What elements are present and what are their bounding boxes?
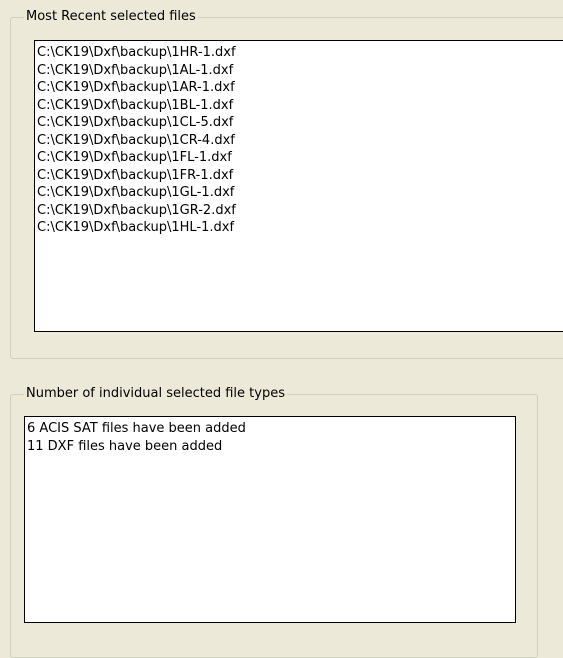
list-item[interactable]: C:\CK19\Dxf\backup\1CL-5.dxf <box>37 114 563 132</box>
list-item[interactable]: C:\CK19\Dxf\backup\1FL-1.dxf <box>37 149 563 167</box>
file-types-list: 6 ACIS SAT files have been added 11 DXF f… <box>25 417 515 455</box>
recent-files-listbox[interactable]: C:\CK19\Dxf\backup\1HR-1.dxf C:\CK19\Dxf\… <box>34 40 563 332</box>
list-item[interactable]: C:\CK19\Dxf\backup\1HR-1.dxf <box>37 44 563 62</box>
list-item[interactable]: C:\CK19\Dxf\backup\1FR-1.dxf <box>37 167 563 185</box>
list-item[interactable]: C:\CK19\Dxf\backup\1GL-1.dxf <box>37 184 563 202</box>
list-item[interactable]: C:\CK19\Dxf\backup\1GR-2.dxf <box>37 202 563 220</box>
list-item[interactable]: C:\CK19\Dxf\backup\1AR-1.dxf <box>37 79 563 97</box>
file-types-listbox[interactable]: 6 ACIS SAT files have been added 11 DXF f… <box>24 416 516 623</box>
recent-files-list: C:\CK19\Dxf\backup\1HR-1.dxf C:\CK19\Dxf\… <box>35 41 563 237</box>
list-item[interactable]: 11 DXF files have been added <box>27 438 515 456</box>
recent-files-group-title: Most Recent selected files <box>24 9 198 25</box>
file-types-group-title: Number of individual selected file types <box>24 386 287 402</box>
list-item[interactable]: C:\CK19\Dxf\backup\1AL-1.dxf <box>37 62 563 80</box>
list-item[interactable]: 6 ACIS SAT files have been added <box>27 420 515 438</box>
list-item[interactable]: C:\CK19\Dxf\backup\1CR-4.dxf <box>37 132 563 150</box>
list-item[interactable]: C:\CK19\Dxf\backup\1BL-1.dxf <box>37 97 563 115</box>
list-item[interactable]: C:\CK19\Dxf\backup\1HL-1.dxf <box>37 219 563 237</box>
